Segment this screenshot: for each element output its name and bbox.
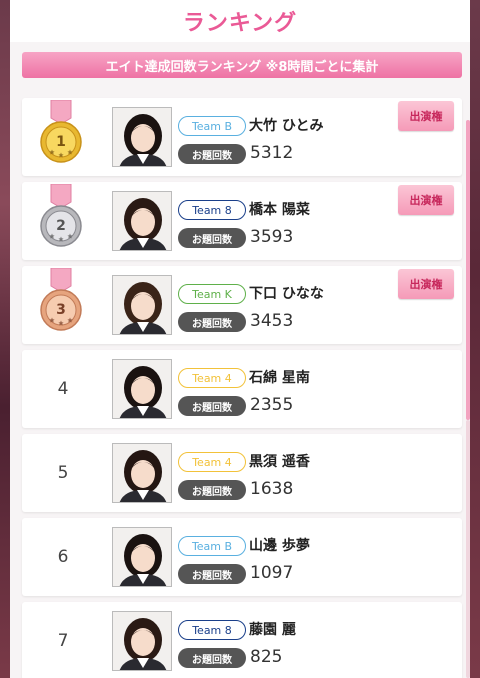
ranking-banner: エイト達成回数ランキング ※8時間ごとに集計 — [22, 52, 462, 78]
ranking-panel: ランキング エイト達成回数ランキング ※8時間ごとに集計 1 Team B 大竹 ひ… — [10, 0, 470, 678]
medal-rank-number: 2 — [56, 218, 66, 234]
member-name: 黒須 遥香 — [249, 454, 310, 470]
team-badge: Team 8 — [178, 620, 246, 640]
count-value: 5312 — [250, 143, 294, 163]
member-photo[interactable] — [112, 443, 172, 503]
member-name: 石綿 星南 — [249, 370, 310, 386]
background-left — [0, 0, 10, 678]
count-value: 1097 — [250, 563, 294, 583]
medal-rank-number: 3 — [56, 302, 66, 318]
team-badge: Team K — [178, 284, 246, 304]
ranking-row[interactable]: 6 Team B 山邊 歩夢 お題回数 1097 — [22, 518, 462, 596]
team-badge: Team B — [178, 536, 246, 556]
count-value: 1638 — [250, 479, 294, 499]
rank-number: 6 — [57, 547, 69, 567]
count-label: お題回数 — [178, 480, 246, 500]
performance-right-badge: 出演権 — [398, 185, 454, 215]
count-label: お題回数 — [178, 228, 246, 248]
page-title: ランキング — [182, 11, 298, 36]
member-photo[interactable] — [112, 191, 172, 251]
performance-right-badge: 出演権 — [398, 269, 454, 299]
ranking-row[interactable]: 1 Team B 大竹 ひとみ お題回数 5312 出演権 — [22, 98, 462, 176]
team-badge: Team 8 — [178, 200, 246, 220]
count-label: お題回数 — [178, 564, 246, 584]
bronze-medal-icon: 3 — [36, 267, 86, 340]
member-name: 藤園 麗 — [249, 622, 296, 638]
team-badge: Team B — [178, 116, 246, 136]
count-value: 3453 — [250, 311, 294, 331]
member-photo[interactable] — [112, 527, 172, 587]
silver-medal-icon: 2 — [36, 183, 86, 256]
member-name: 大竹 ひとみ — [249, 118, 324, 134]
team-badge: Team 4 — [178, 452, 246, 472]
count-value: 2355 — [250, 395, 294, 415]
scrollbar-thumb[interactable] — [466, 120, 470, 420]
rank-number: 7 — [57, 631, 69, 651]
ranking-row[interactable]: 4 Team 4 石綿 星南 お題回数 2355 — [22, 350, 462, 428]
member-name: 橋本 陽菜 — [249, 202, 310, 218]
member-photo[interactable] — [112, 611, 172, 671]
member-photo[interactable] — [112, 359, 172, 419]
ranking-row[interactable]: 3 Team K 下口 ひなな お題回数 3453 出演権 — [22, 266, 462, 344]
rank-number: 4 — [57, 379, 69, 399]
team-badge: Team 4 — [178, 368, 246, 388]
scrollbar-track[interactable] — [466, 420, 470, 678]
member-name: 山邊 歩夢 — [249, 538, 310, 554]
member-name: 下口 ひなな — [249, 286, 324, 302]
member-photo[interactable] — [112, 107, 172, 167]
count-value: 3593 — [250, 227, 294, 247]
count-label: お題回数 — [178, 648, 246, 668]
ranking-row[interactable]: 5 Team 4 黒須 遥香 お題回数 1638 — [22, 434, 462, 512]
title-bar: ランキング — [10, 0, 470, 42]
rank-number: 5 — [57, 463, 69, 483]
performance-right-badge: 出演権 — [398, 101, 454, 131]
background-right — [470, 0, 480, 678]
ranking-row[interactable]: 2 Team 8 橋本 陽菜 お題回数 3593 出演権 — [22, 182, 462, 260]
count-label: お題回数 — [178, 144, 246, 164]
gold-medal-icon: 1 — [36, 99, 86, 172]
ranking-row[interactable]: 7 Team 8 藤園 麗お題回数 825 — [22, 602, 462, 678]
count-label: お題回数 — [178, 312, 246, 332]
medal-rank-number: 1 — [56, 134, 66, 150]
count-label: お題回数 — [178, 396, 246, 416]
count-value: 825 — [250, 647, 283, 667]
member-photo[interactable] — [112, 275, 172, 335]
